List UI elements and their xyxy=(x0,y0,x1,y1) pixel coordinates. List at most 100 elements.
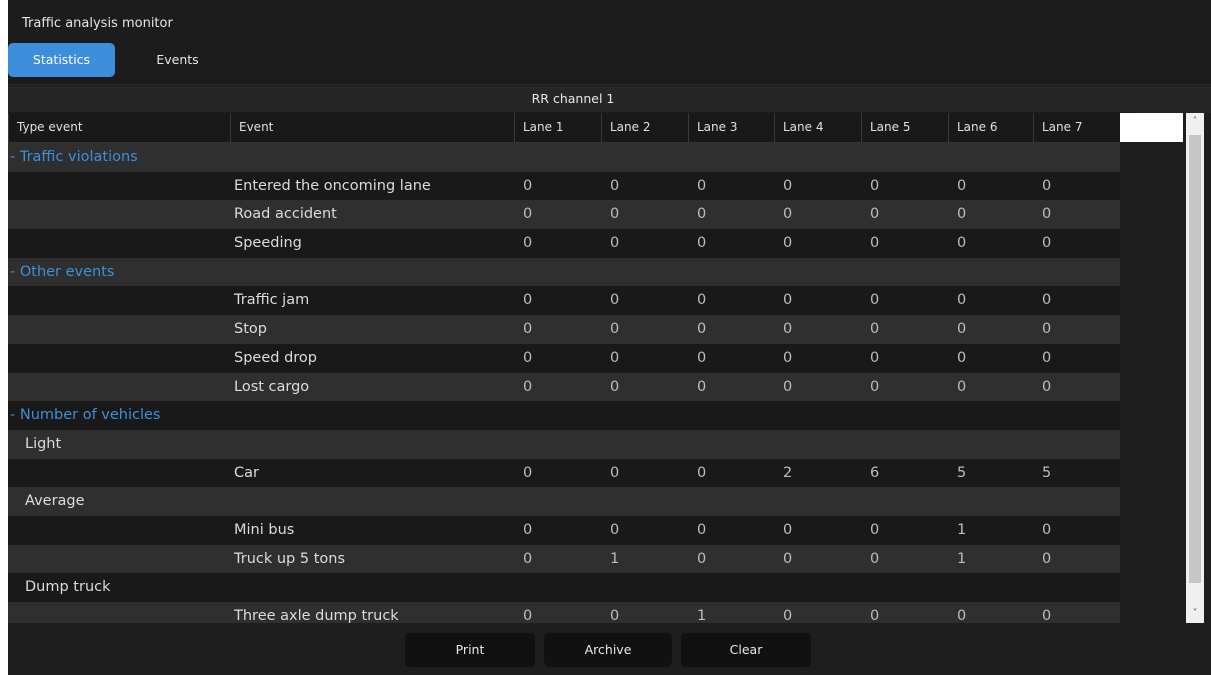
lane-value: 0 xyxy=(697,378,707,395)
table-row[interactable]: Stop 0 0 0 0 0 0 0 xyxy=(8,315,1120,344)
column-header[interactable]: Event xyxy=(230,113,514,142)
lane-value: 0 xyxy=(1042,206,1052,223)
lane-value: 0 xyxy=(1042,521,1052,538)
lane-value: 0 xyxy=(523,235,533,252)
print-button[interactable]: Print xyxy=(405,633,535,667)
column-header[interactable]: Lane 7 xyxy=(1033,113,1120,142)
vertical-scrollbar[interactable]: ˄ ˅ xyxy=(1186,113,1204,623)
lane-value: 0 xyxy=(523,177,533,194)
chevron-up-icon[interactable]: ˄ xyxy=(1186,113,1204,131)
lane-value: 0 xyxy=(1042,349,1052,366)
lane-value: 0 xyxy=(957,608,967,623)
scrollbar-thumb[interactable] xyxy=(1189,135,1201,583)
lane-value: 1 xyxy=(957,550,967,567)
lane-value: 1 xyxy=(697,608,707,623)
type-label: Average xyxy=(25,493,85,510)
lane-value: 0 xyxy=(783,292,793,309)
event-label: Entered the oncoming lane xyxy=(234,177,431,194)
lane-value: 0 xyxy=(697,292,707,309)
table-row[interactable]: Lost cargo 0 0 0 0 0 0 0 xyxy=(8,372,1120,402)
group-label[interactable]: - Other events xyxy=(10,258,114,287)
column-header[interactable]: Lane 3 xyxy=(688,113,774,142)
table-row[interactable]: Three axle dump truck 0 0 1 0 0 0 0 xyxy=(8,602,1120,623)
header-blank-cell xyxy=(1120,113,1183,142)
lane-value: 0 xyxy=(783,521,793,538)
type-row[interactable]: Dump truck xyxy=(8,573,1120,602)
lane-value: 0 xyxy=(523,550,533,567)
lane-value: 0 xyxy=(957,378,967,395)
tab-statistics[interactable]: Statistics xyxy=(8,43,115,77)
lane-value: 0 xyxy=(523,521,533,538)
group-label[interactable]: - Number of vehicles xyxy=(10,401,160,430)
table-row[interactable]: Truck up 5 tons 0 1 0 0 0 1 0 xyxy=(8,544,1120,574)
lane-value: 0 xyxy=(783,608,793,623)
lane-value: 2 xyxy=(783,464,793,481)
column-header[interactable]: Lane 6 xyxy=(948,113,1033,142)
table-row[interactable]: Traffic jam 0 0 0 0 0 0 0 xyxy=(8,286,1120,316)
event-label: Car xyxy=(234,464,259,481)
clear-button[interactable]: Clear xyxy=(681,633,811,667)
group-label[interactable]: - Traffic violations xyxy=(10,143,138,172)
lane-value: 0 xyxy=(957,349,967,366)
lane-value: 0 xyxy=(783,321,793,338)
table-row[interactable]: Speed drop 0 0 0 0 0 0 0 xyxy=(8,343,1120,373)
group-row[interactable]: - Number of vehicles xyxy=(8,401,1120,430)
lane-value: 0 xyxy=(870,206,880,223)
type-label: Dump truck xyxy=(25,579,111,596)
lane-value: 0 xyxy=(697,550,707,567)
lane-value: 0 xyxy=(697,321,707,338)
lane-value: 0 xyxy=(610,378,620,395)
chevron-down-icon[interactable]: ˅ xyxy=(1186,605,1204,623)
table-row[interactable]: Speeding 0 0 0 0 0 0 0 xyxy=(8,229,1120,258)
column-header[interactable]: Type event xyxy=(8,113,230,142)
lane-value: 0 xyxy=(870,321,880,338)
group-row[interactable]: - Other events xyxy=(8,257,1120,287)
event-label: Traffic jam xyxy=(234,292,310,309)
lane-value: 6 xyxy=(870,464,880,481)
lane-value: 0 xyxy=(610,608,620,623)
table-row[interactable]: Mini bus 0 0 0 0 0 1 0 xyxy=(8,515,1120,545)
lane-value: 0 xyxy=(697,177,707,194)
lane-value: 0 xyxy=(523,321,533,338)
lane-value: 0 xyxy=(610,235,620,252)
table-row[interactable]: Car 0 0 0 2 6 5 5 xyxy=(8,458,1120,488)
column-header[interactable]: Lane 5 xyxy=(861,113,948,142)
type-row[interactable]: Average xyxy=(8,487,1120,516)
column-header[interactable]: Lane 1 xyxy=(514,113,601,142)
lane-value: 0 xyxy=(870,550,880,567)
lane-value: 0 xyxy=(1042,378,1052,395)
lane-value: 0 xyxy=(1042,321,1052,338)
event-label: Stop xyxy=(234,321,267,338)
lane-value: 0 xyxy=(957,321,967,338)
app-title: Traffic analysis monitor xyxy=(22,16,173,31)
lane-value: 0 xyxy=(957,177,967,194)
channel-title: RR channel 1 xyxy=(8,86,1138,112)
lane-value: 0 xyxy=(697,521,707,538)
lane-value: 0 xyxy=(783,235,793,252)
lane-value: 1 xyxy=(957,521,967,538)
column-header[interactable]: Lane 2 xyxy=(601,113,688,142)
table-row[interactable]: Road accident 0 0 0 0 0 0 0 xyxy=(8,200,1120,230)
archive-button[interactable]: Archive xyxy=(544,633,672,667)
lane-value: 0 xyxy=(783,177,793,194)
lane-value: 0 xyxy=(523,378,533,395)
lane-value: 0 xyxy=(870,521,880,538)
lane-value: 0 xyxy=(1042,177,1052,194)
lane-value: 5 xyxy=(1042,464,1052,481)
type-row[interactable]: Light xyxy=(8,429,1120,459)
lane-value: 0 xyxy=(783,206,793,223)
lane-value: 0 xyxy=(610,521,620,538)
lane-value: 0 xyxy=(697,349,707,366)
event-label: Lost cargo xyxy=(234,378,310,395)
lane-value: 0 xyxy=(1042,550,1052,567)
table-body: - Traffic violations Entered the oncoming… xyxy=(8,143,1120,623)
lane-value: 0 xyxy=(870,349,880,366)
column-header[interactable]: Lane 4 xyxy=(774,113,861,142)
lane-value: 0 xyxy=(610,206,620,223)
group-row[interactable]: - Traffic violations xyxy=(8,143,1120,172)
type-label: Light xyxy=(25,435,62,452)
table-row[interactable]: Entered the oncoming lane 0 0 0 0 0 0 0 xyxy=(8,171,1120,201)
event-label: Road accident xyxy=(234,206,337,223)
tab-events[interactable]: Events xyxy=(130,43,225,77)
event-label: Three axle dump truck xyxy=(234,608,399,623)
